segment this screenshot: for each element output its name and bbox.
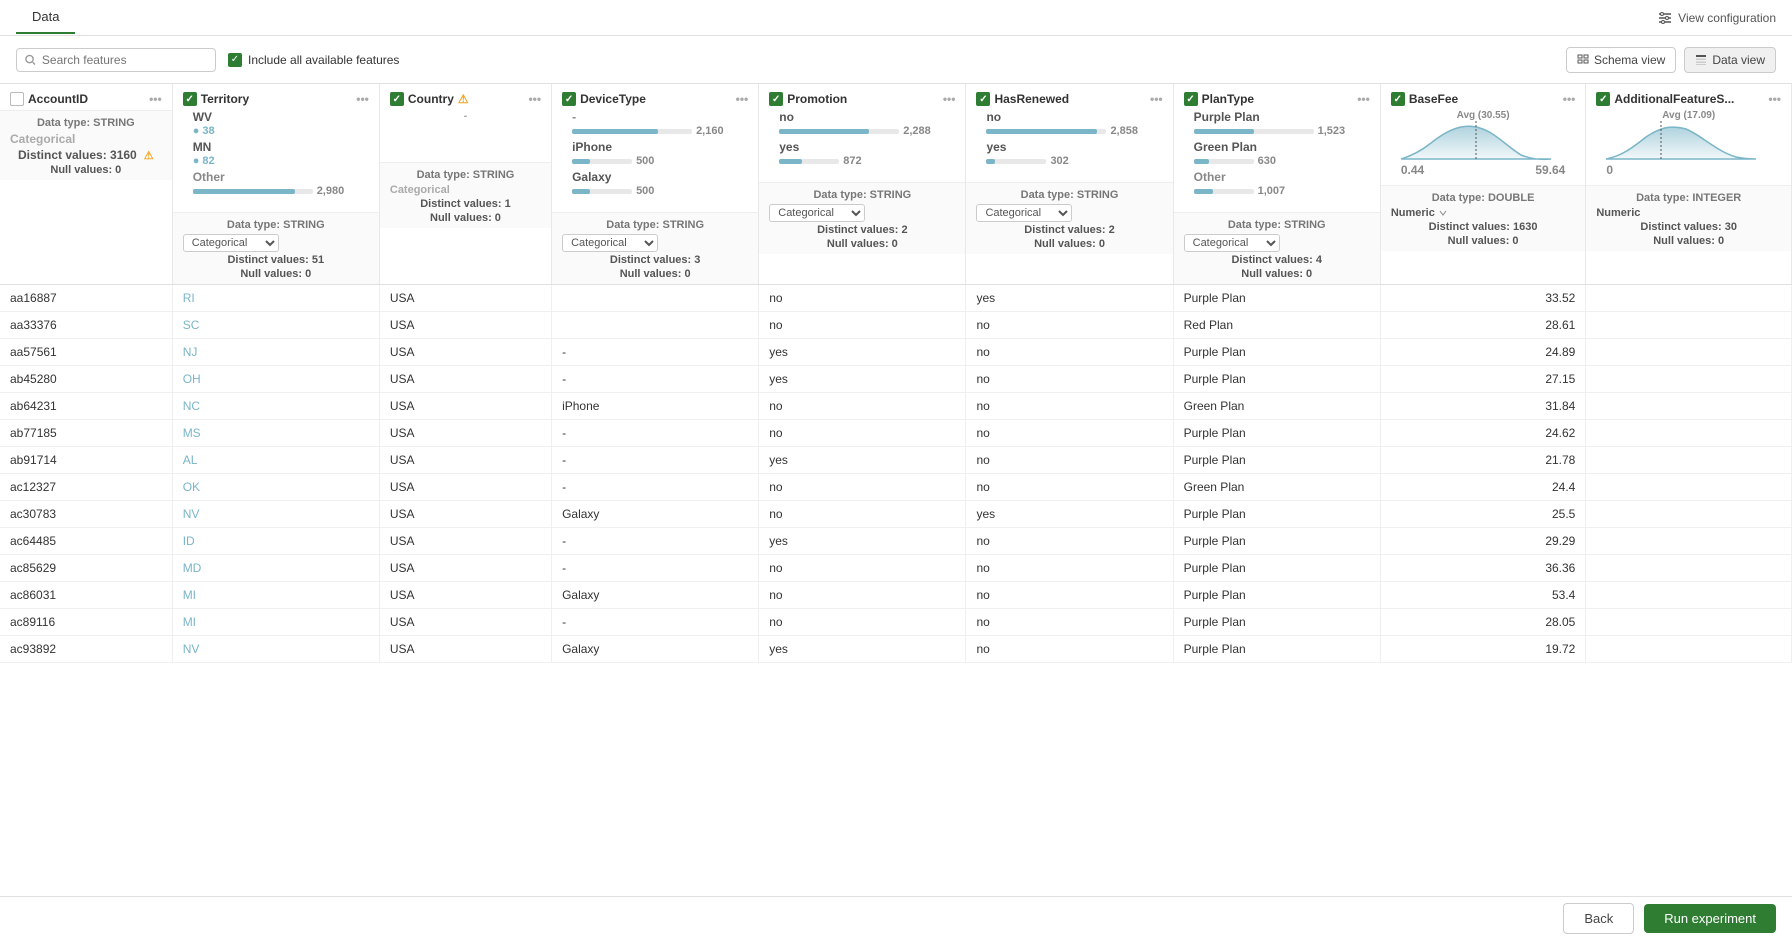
col-promotion: ✓ Promotion ••• no 2,288: [759, 84, 966, 285]
basefee-checkbox[interactable]: ✓: [1391, 92, 1405, 106]
tab-data[interactable]: Data: [16, 1, 75, 34]
schema-view-btn[interactable]: Schema view: [1566, 47, 1676, 73]
additionalfeatures-checkbox[interactable]: ✓: [1596, 92, 1610, 106]
promotion-label: Promotion: [787, 92, 847, 106]
territory-type-select[interactable]: Categorical: [183, 234, 279, 252]
plantype-menu[interactable]: •••: [1357, 92, 1370, 106]
tab-list: Data: [16, 1, 75, 34]
search-icon: [25, 54, 36, 66]
table-row: ac30783NVUSAGalaxynoyesPurple Plan25.5: [0, 501, 1792, 528]
run-experiment-button[interactable]: Run experiment: [1644, 904, 1776, 933]
view-configuration-btn[interactable]: View configuration: [1658, 11, 1776, 25]
schema-view-label: Schema view: [1594, 53, 1665, 67]
territory-menu[interactable]: •••: [356, 92, 369, 106]
devicetype-label: DeviceType: [580, 92, 646, 106]
basefee-label: BaseFee: [1409, 92, 1458, 106]
table-row: ac85629MDUSA-nonoPurple Plan36.36: [0, 555, 1792, 582]
back-button[interactable]: Back: [1563, 903, 1634, 934]
table-row: ab91714ALUSA-yesnoPurple Plan21.78: [0, 447, 1792, 474]
plantype-checkbox[interactable]: ✓: [1184, 92, 1198, 106]
table-row: ab45280OHUSA-yesnoPurple Plan27.15: [0, 366, 1792, 393]
basefee-menu[interactable]: •••: [1563, 92, 1576, 106]
hasrenewed-type-select[interactable]: Categorical: [976, 204, 1072, 222]
toolbar: ✓ Include all available features Schema …: [0, 36, 1792, 84]
include-label: Include all available features: [248, 53, 399, 67]
toolbar-left: ✓ Include all available features: [16, 48, 399, 72]
table-row: ac89116MIUSA-nonoPurple Plan28.05: [0, 609, 1792, 636]
table-row: ab64231NCUSAiPhonenonoGreen Plan31.84: [0, 393, 1792, 420]
top-nav: Data View configuration: [0, 0, 1792, 36]
configuration-icon: [1658, 11, 1672, 25]
include-features: ✓ Include all available features: [228, 53, 399, 67]
territory-label: Territory: [201, 92, 249, 106]
additionalfeatures-label: AdditionalFeatureS...: [1614, 92, 1734, 106]
promotion-type-select[interactable]: Categorical: [769, 204, 865, 222]
col-country: ✓ Country ⚠ ••• - Data type: STRING: [379, 84, 551, 285]
promotion-menu[interactable]: •••: [943, 92, 956, 106]
accountid-distinct: Distinct values: 3160 ⚠: [10, 146, 162, 164]
table-row: ac86031MIUSAGalaxynonoPurple Plan53.4: [0, 582, 1792, 609]
accountid-checkbox[interactable]: [10, 92, 24, 106]
accountid-label: AccountID: [28, 92, 88, 106]
devicetype-menu[interactable]: •••: [736, 92, 749, 106]
app-container: Data View configuration ✓ In: [0, 0, 1792, 940]
header-row: AccountID ••• Data type: STRING Categori…: [0, 84, 1792, 285]
table-row: ac12327OKUSA-nonoGreen Plan24.4: [0, 474, 1792, 501]
devicetype-checkbox[interactable]: ✓: [562, 92, 576, 106]
hasrenewed-label: HasRenewed: [994, 92, 1069, 106]
plantype-type-select[interactable]: Categorical: [1184, 234, 1280, 252]
table-row: ab77185MSUSA-nonoPurple Plan24.62: [0, 420, 1792, 447]
country-label: Country: [408, 92, 454, 106]
table-row: ac64485IDUSA-yesnoPurple Plan29.29: [0, 528, 1792, 555]
search-input[interactable]: [42, 53, 207, 67]
country-warning: ⚠: [458, 92, 469, 106]
hasrenewed-checkbox[interactable]: ✓: [976, 92, 990, 106]
country-menu[interactable]: •••: [528, 92, 541, 106]
col-devicetype: ✓ DeviceType ••• - 2,160: [552, 84, 759, 285]
country-checkbox[interactable]: ✓: [390, 92, 404, 106]
include-checkbox[interactable]: ✓: [228, 53, 242, 67]
table-icon: [1695, 54, 1707, 66]
additionalfeatures-menu[interactable]: •••: [1768, 92, 1781, 106]
col-basefee: ✓ BaseFee ••• Avg (30.55): [1380, 84, 1586, 285]
table-row: aa33376SCUSAnonoRed Plan28.61: [0, 312, 1792, 339]
accountid-null: Null values: 0: [10, 164, 162, 176]
additionalfeatures-chart: [1606, 121, 1756, 161]
data-table: AccountID ••• Data type: STRING Categori…: [0, 84, 1792, 663]
data-view-label: Data view: [1712, 53, 1765, 67]
col-territory: ✓ Territory ••• WV ● 38: [172, 84, 379, 285]
schema-icon: [1577, 54, 1589, 66]
hasrenewed-menu[interactable]: •••: [1150, 92, 1163, 106]
data-view-btn[interactable]: Data view: [1684, 47, 1776, 73]
dropdown-icon: [1439, 209, 1447, 217]
view-configuration-label: View configuration: [1678, 11, 1776, 25]
col-plantype: ✓ PlanType ••• Purple Plan 1,523: [1173, 84, 1380, 285]
data-table-container[interactable]: AccountID ••• Data type: STRING Categori…: [0, 84, 1792, 896]
col-hasrenewed: ✓ HasRenewed ••• no 2,858: [966, 84, 1173, 285]
plantype-label: PlanType: [1202, 92, 1254, 106]
search-box[interactable]: [16, 48, 216, 72]
accountid-menu[interactable]: •••: [149, 92, 162, 106]
promotion-checkbox[interactable]: ✓: [769, 92, 783, 106]
bottom-bar: Back Run experiment: [0, 896, 1792, 940]
accountid-datatype: Data type: STRING: [10, 117, 162, 129]
table-row: aa57561NJUSA-yesnoPurple Plan24.89: [0, 339, 1792, 366]
territory-checkbox[interactable]: ✓: [183, 92, 197, 106]
basefee-chart: [1401, 121, 1551, 161]
table-body: aa16887RIUSAnoyesPurple Plan33.52aa33376…: [0, 285, 1792, 663]
col-additionalfeatures: ✓ AdditionalFeatureS... ••• Avg (17.09): [1586, 84, 1792, 285]
devicetype-type-select[interactable]: Categorical: [562, 234, 658, 252]
table-row: ac93892NVUSAGalaxyyesnoPurple Plan19.72: [0, 636, 1792, 663]
table-row: aa16887RIUSAnoyesPurple Plan33.52: [0, 285, 1792, 312]
toolbar-right: Schema view Data view: [1566, 47, 1776, 73]
col-accountid: AccountID ••• Data type: STRING Categori…: [0, 84, 172, 285]
